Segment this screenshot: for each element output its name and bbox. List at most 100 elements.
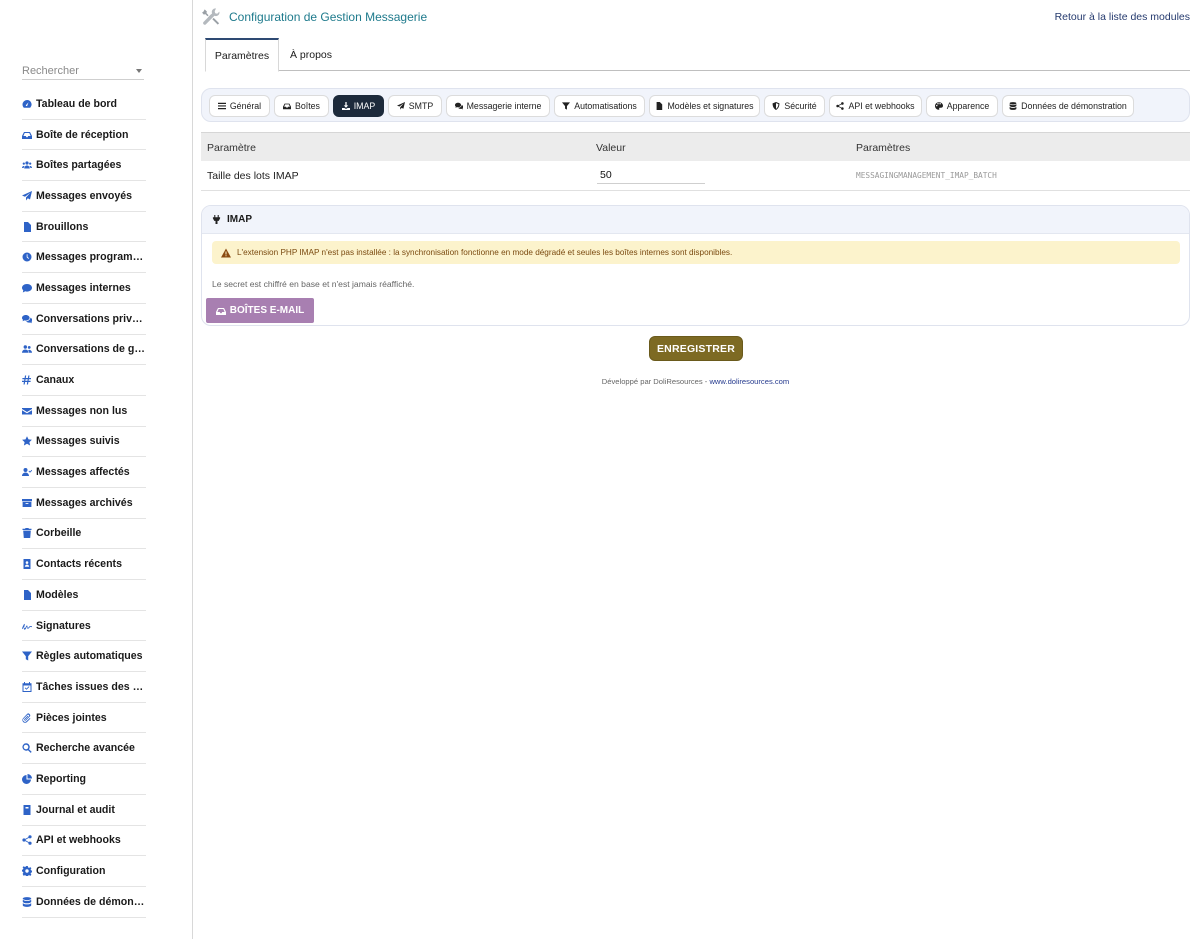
share-nodes-icon — [22, 835, 32, 846]
search-placeholder: Rechercher — [22, 64, 79, 77]
footer: Développé par DoliResources - www.dolire… — [201, 377, 1190, 386]
sidebar-item-tasks[interactable]: Tâches issues des … — [22, 672, 146, 703]
email-boxes-label: BOÎTES E-MAIL — [229, 305, 305, 316]
star-icon — [22, 436, 32, 446]
sidebar-item-templates[interactable]: Modèles — [22, 580, 146, 611]
file-icon — [657, 102, 663, 110]
back-to-modules-link[interactable]: Retour à la liste des modules — [1055, 11, 1190, 23]
sidebar-item-inbox[interactable]: Boîte de réception — [22, 120, 146, 151]
imap-panel: IMAP L'extension PHP IMAP n'est pas inst… — [201, 205, 1190, 326]
subtab-label: Général — [229, 101, 262, 111]
secret-note: Le secret est chiffré en base et n'est j… — [212, 279, 415, 289]
sidebar-item-sent[interactable]: Messages envoyés — [22, 181, 146, 212]
imap-batch-size-input[interactable] — [597, 167, 705, 184]
sidebar-item-journal[interactable]: Journal et audit — [22, 795, 146, 826]
column-header-parameters: Paramètres — [856, 142, 911, 154]
comments-icon — [454, 102, 463, 110]
imap-panel-title: IMAP — [227, 214, 252, 225]
paper-plane-icon — [22, 190, 32, 201]
sidebar-item-label: Messages archivés — [36, 496, 133, 509]
comments-icon — [22, 314, 32, 323]
sidebar-item-dashboard[interactable]: Tableau de bord — [22, 89, 146, 120]
footer-link[interactable]: www.doliresources.com — [709, 377, 789, 386]
sidebar-menu: Tableau de bord Boîte de réception Boîte… — [22, 89, 146, 918]
sidebar-item-label: Boîtes partagées — [36, 159, 122, 172]
sidebar-item-recent-contacts[interactable]: Contacts récents — [22, 549, 146, 580]
subtab-security[interactable]: Sécurité — [764, 95, 825, 117]
sidebar-item-automatic-rules[interactable]: Règles automatiques — [22, 641, 146, 673]
paper-plane-icon — [396, 102, 405, 110]
column-header-parameter: Paramètre — [207, 142, 257, 154]
parameters-table: Paramètre Valeur Paramètres Taille des l… — [201, 132, 1190, 191]
chevron-down-icon — [136, 68, 142, 73]
subtab-label: Sécurité — [784, 101, 817, 111]
sidebar-item-label: Modèles — [36, 588, 79, 601]
sidebar-item-group-conversations[interactable]: Conversations de gr… — [22, 335, 146, 366]
file-lines-icon — [24, 589, 31, 600]
inbox-icon — [215, 307, 226, 315]
sidebar-item-label: Tâches issues des … — [36, 680, 144, 693]
sidebar-item-label: Recherche avancée — [36, 742, 135, 755]
users-icon — [22, 161, 32, 169]
sidebar-item-label: Pièces jointes — [36, 711, 107, 724]
calendar-check-icon — [22, 681, 32, 692]
subtab-internal-messaging[interactable]: Messagerie interne — [446, 95, 550, 117]
sidebar-item-label: Conversations de gr… — [36, 343, 146, 356]
imap-warning: L'extension PHP IMAP n'est pas installée… — [212, 241, 1180, 264]
subtab-boxes[interactable]: Boîtes — [274, 95, 329, 117]
sidebar-item-demo-data[interactable]: Données de démons… — [22, 887, 146, 918]
sidebar-item-label: Reporting — [36, 772, 87, 785]
sidebar-item-trash[interactable]: Corbeille — [22, 519, 146, 550]
email-boxes-button[interactable]: BOÎTES E-MAIL — [206, 298, 314, 323]
subtab-automations[interactable]: Automatisations — [554, 95, 645, 117]
envelope-icon — [22, 407, 32, 415]
trash-icon — [22, 528, 32, 539]
subtab-imap[interactable]: IMAP — [333, 95, 384, 117]
sidebar-item-label: Brouillons — [36, 220, 89, 233]
sidebar-item-label: Messages programm… — [36, 251, 146, 264]
sidebar-item-private-conversations[interactable]: Conversations privées — [22, 304, 146, 335]
subtab-general[interactable]: Général — [209, 95, 270, 117]
archive-icon — [22, 498, 32, 507]
sidebar-item-advanced-search[interactable]: Recherche avancée — [22, 733, 146, 765]
sidebar-item-signatures[interactable]: Signatures — [22, 611, 146, 642]
database-icon — [1009, 102, 1017, 110]
sidebar-item-configuration[interactable]: Configuration — [22, 856, 146, 887]
comment-icon — [22, 283, 32, 293]
footer-text: Développé par DoliResources - — [601, 377, 710, 386]
column-header-value: Valeur — [596, 142, 626, 154]
subtab-appearance[interactable]: Apparence — [926, 95, 998, 117]
sidebar-item-unread[interactable]: Messages non lus — [22, 396, 146, 427]
inbox-icon — [283, 103, 292, 110]
tab-about[interactable]: À propos — [279, 38, 343, 71]
sidebar-item-attachments[interactable]: Pièces jointes — [22, 703, 146, 734]
sidebar-item-reporting[interactable]: Reporting — [22, 764, 146, 795]
sidebar-item-assigned[interactable]: Messages affectés — [22, 457, 146, 488]
sidebar-item-api-webhooks[interactable]: API et webhooks — [22, 826, 146, 857]
search-select[interactable]: Rechercher — [22, 62, 144, 80]
sidebar-item-label: Messages internes — [36, 281, 131, 294]
sidebar-item-archived[interactable]: Messages archivés — [22, 488, 146, 519]
sidebar-item-label: Tableau de bord — [36, 97, 118, 110]
sidebar-item-scheduled[interactable]: Messages programm… — [22, 242, 146, 274]
magnifier-icon — [22, 743, 32, 754]
sidebar-item-internal[interactable]: Messages internes — [22, 273, 146, 304]
sidebar-item-shared-boxes[interactable]: Boîtes partagées — [22, 150, 146, 182]
warning-icon — [221, 248, 231, 257]
sidebar-item-drafts[interactable]: Brouillons — [22, 212, 146, 243]
subtab-label: Messagerie interne — [466, 101, 542, 111]
save-button[interactable]: ENREGISTRER — [649, 336, 743, 361]
subtab-api-webhooks[interactable]: API et webhooks — [829, 95, 922, 117]
subtab-demo-data[interactable]: Données de démonstration — [1002, 95, 1134, 117]
sidebar-item-channels[interactable]: Canaux — [22, 365, 146, 396]
sidebar-item-followed[interactable]: Messages suivis — [22, 427, 146, 458]
subtab-smtp[interactable]: SMTP — [388, 95, 442, 117]
sidebar-item-label: Messages affectés — [36, 466, 130, 479]
gear-icon — [22, 866, 32, 877]
subtab-label: API et webhooks — [848, 101, 915, 111]
tab-parameters[interactable]: Paramètres — [205, 38, 279, 72]
sidebar-item-label: Journal et audit — [36, 803, 115, 816]
filter-icon — [22, 651, 32, 661]
subtab-templates-signatures[interactable]: Modèles et signatures — [649, 95, 760, 117]
bars-icon — [217, 102, 226, 110]
